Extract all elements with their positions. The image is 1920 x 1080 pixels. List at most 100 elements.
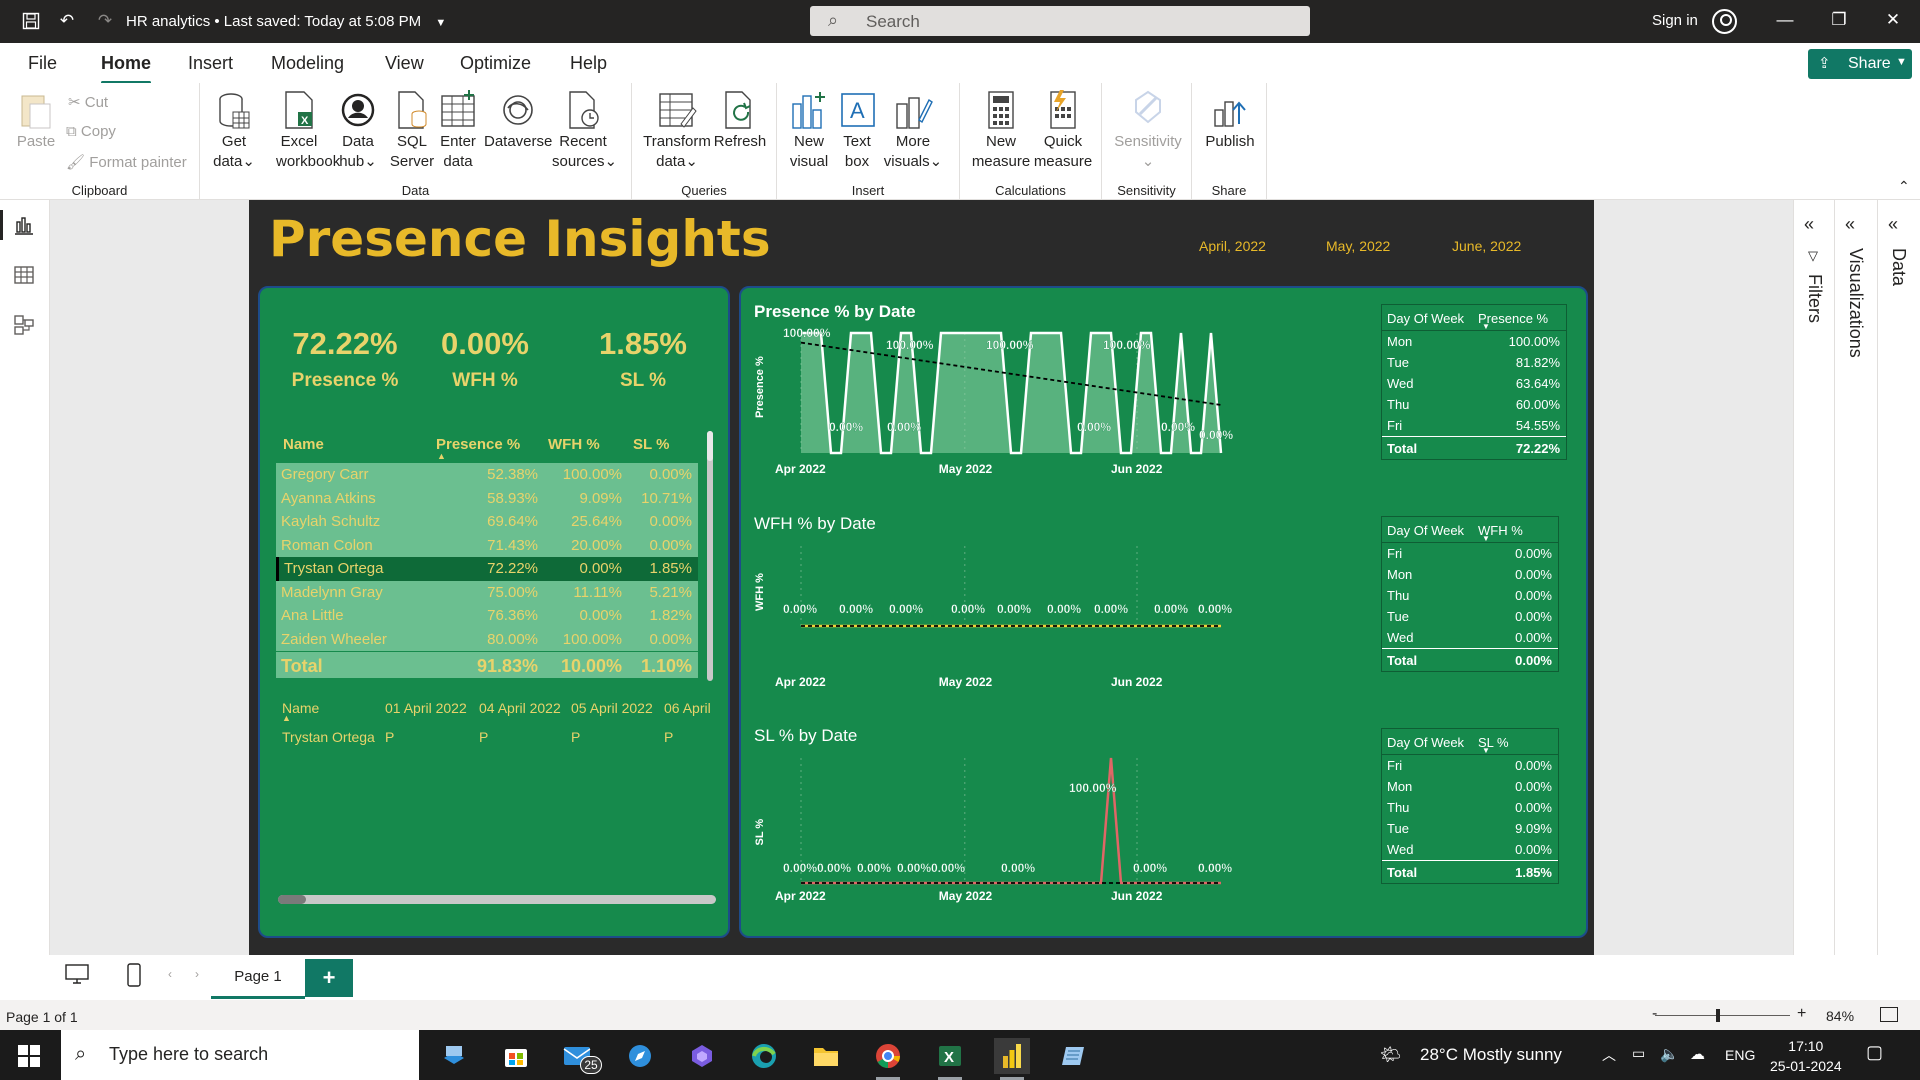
collapse-ribbon-icon[interactable]: ⌃ <box>1898 178 1910 195</box>
table-row[interactable]: Ayanna Atkins 58.93% 9.09% 10.71% <box>276 487 698 511</box>
table-row[interactable]: Gregory Carr 52.38% 100.00% 0.00% <box>276 463 698 487</box>
col-header-name[interactable]: Name <box>283 436 324 453</box>
format-painter-button[interactable]: 🖌 Format painter <box>66 153 187 171</box>
data-pane[interactable]: « Data <box>1877 200 1920 955</box>
copy-button[interactable]: ⧉ Copy <box>66 123 116 140</box>
weather-icon[interactable]: 🌤 <box>1380 1045 1402 1065</box>
matrix-horizontal-scrollbar[interactable] <box>278 895 716 904</box>
col-header-day[interactable]: Day Of Week <box>1387 523 1464 538</box>
share-button[interactable]: ⇪ Share ▼ <box>1808 49 1912 79</box>
quick-measure-button[interactable]: Quick measure <box>1032 90 1094 172</box>
desktop-layout-icon[interactable] <box>64 963 90 990</box>
recent-sources-button[interactable]: Recent sources⌄ <box>552 90 617 172</box>
sensitivity-button[interactable]: Sensitivity ⌄ <box>1114 90 1182 172</box>
chrome-browser-icon[interactable] <box>870 1038 906 1080</box>
zoom-out-icon[interactable]: - <box>1652 1005 1657 1023</box>
model-view-icon[interactable] <box>13 314 37 338</box>
col-header-presence[interactable]: Presence % <box>436 436 520 453</box>
table-row[interactable]: Tue 81.82% <box>1382 352 1566 373</box>
table-row[interactable]: Ana Little 76.36% 0.00% 1.82% <box>276 604 698 628</box>
zoom-slider[interactable] <box>1655 1015 1790 1016</box>
minimize-icon[interactable]: — <box>1770 10 1800 34</box>
data-hub-button[interactable]: Data hub⌄ <box>338 90 378 172</box>
month-slicer-april[interactable]: April, 2022 <box>1199 238 1266 254</box>
table-row[interactable]: Thu 0.00% <box>1382 797 1558 818</box>
sl-chart[interactable]: Apr 2022 May 2022 Jun 2022SL %0.00% 0.00% 0.… <box>741 748 1261 923</box>
power-bi-app-icon[interactable] <box>994 1038 1030 1080</box>
table-row[interactable]: Fri 0.00% <box>1382 543 1558 564</box>
transform-data-button[interactable]: Transform data⌄ <box>642 90 712 172</box>
clock[interactable]: 17:10 25-01-2024 <box>1770 1036 1842 1076</box>
add-page-button[interactable]: + <box>305 959 353 997</box>
tab-file[interactable]: File <box>28 53 57 74</box>
taskbar-search-input[interactable]: ⌕ Type here to search <box>61 1030 419 1080</box>
file-explorer-icon[interactable] <box>808 1038 844 1074</box>
refresh-button[interactable]: Refresh <box>712 90 768 152</box>
table-row[interactable]: Wed 0.00% <box>1382 627 1558 648</box>
table-row[interactable]: Mon 0.00% <box>1382 776 1558 797</box>
table-row[interactable]: Mon 0.00% <box>1382 564 1558 585</box>
more-visuals-button[interactable]: More visuals⌄ <box>883 90 943 172</box>
table-row[interactable]: Thu 0.00% <box>1382 585 1558 606</box>
microsoft-store-icon[interactable] <box>498 1038 534 1074</box>
redo-icon[interactable]: ↷ <box>94 10 116 32</box>
table-row[interactable]: Roman Colon 71.43% 20.00% 0.00% <box>276 534 698 558</box>
scrollbar-thumb[interactable] <box>707 431 713 461</box>
tab-home[interactable]: Home <box>101 53 152 84</box>
publish-button[interactable]: Publish <box>1204 90 1256 152</box>
copilot-app-icon[interactable] <box>684 1038 720 1074</box>
notepad-app-icon[interactable] <box>1056 1038 1092 1074</box>
windows-start-icon[interactable] <box>18 1045 40 1067</box>
notifications-icon[interactable]: ▢ <box>1866 1042 1883 1063</box>
table-row[interactable]: Tue 0.00% <box>1382 606 1558 627</box>
sign-in-button[interactable]: Sign in <box>1652 12 1698 29</box>
table-row[interactable]: Mon 100.00% <box>1382 331 1566 352</box>
table-row[interactable]: Fri 54.55% <box>1382 415 1566 436</box>
table-row[interactable]: Thu 60.00% <box>1382 394 1566 415</box>
tab-insert[interactable]: Insert <box>188 53 233 74</box>
wfh-chart[interactable]: Apr 2022 May 2022 Jun 2022 WFH % 0.00% 0.00% 0… <box>741 536 1261 711</box>
tab-modeling[interactable]: Modeling <box>271 53 344 74</box>
visualizations-pane[interactable]: « Visualizations <box>1834 200 1877 955</box>
zoom-in-icon[interactable]: + <box>1797 1005 1806 1023</box>
edge-browser-icon[interactable] <box>746 1038 782 1074</box>
show-hidden-icons-icon[interactable]: ︿ <box>1602 1045 1616 1065</box>
expand-pane-icon[interactable]: « <box>1804 214 1814 235</box>
get-data-button[interactable]: Get data⌄ <box>212 90 256 172</box>
enter-data-button[interactable]: Enter data <box>436 90 480 172</box>
expand-pane-icon[interactable]: « <box>1888 214 1898 235</box>
mail-icon[interactable]: 25 <box>560 1038 602 1074</box>
weather-text[interactable]: 28°C Mostly sunny <box>1420 1045 1562 1065</box>
table-row[interactable]: Madelynn Gray 75.00% 11.11% 5.21% <box>276 581 698 605</box>
col-header-sl[interactable]: SL % <box>633 436 669 453</box>
tab-optimize[interactable]: Optimize <box>460 53 531 74</box>
expand-pane-icon[interactable]: « <box>1845 214 1855 235</box>
next-page-icon[interactable]: › <box>195 967 199 981</box>
col-header-wfh[interactable]: WFH % <box>548 436 600 453</box>
excel-app-icon[interactable]: X <box>932 1038 968 1080</box>
fit-to-page-icon[interactable] <box>1880 1007 1898 1022</box>
battery-icon[interactable]: ▭ <box>1632 1045 1645 1062</box>
report-view-icon[interactable] <box>0 210 37 240</box>
excel-workbook-button[interactable]: X Excel workbook <box>276 90 340 172</box>
table-row[interactable]: Wed 63.64% <box>1382 373 1566 394</box>
volume-icon[interactable]: 🔈 <box>1660 1045 1679 1063</box>
new-visual-button[interactable]: New visual <box>787 90 831 172</box>
restore-icon[interactable]: ❐ <box>1824 10 1854 34</box>
prev-page-icon[interactable]: ‹ <box>168 967 172 981</box>
close-icon[interactable]: ✕ <box>1878 10 1908 34</box>
filters-pane[interactable]: « ▽ Filters <box>1793 200 1834 955</box>
presence-chart[interactable]: Apr 2022 May 2022 Jun 2022 Presence % 100.00… <box>741 323 1261 498</box>
table-view-icon[interactable] <box>13 264 37 288</box>
col-header-day[interactable]: Day Of Week <box>1387 311 1464 326</box>
table-row[interactable]: Tue 9.09% <box>1382 818 1558 839</box>
col-header-day[interactable]: Day Of Week <box>1387 735 1464 750</box>
table-row[interactable]: Kaylah Schultz 69.64% 25.64% 0.00% <box>276 510 698 534</box>
account-icon[interactable] <box>1712 9 1737 34</box>
table-row[interactable]: Fri 0.00% <box>1382 755 1558 776</box>
document-title[interactable]: HR analytics • Last saved: Today at 5:08… <box>126 13 446 30</box>
new-measure-button[interactable]: New measure <box>970 90 1032 172</box>
month-slicer-may[interactable]: May, 2022 <box>1326 238 1390 254</box>
tab-help[interactable]: Help <box>570 53 607 74</box>
mobile-layout-icon[interactable] <box>126 963 142 992</box>
